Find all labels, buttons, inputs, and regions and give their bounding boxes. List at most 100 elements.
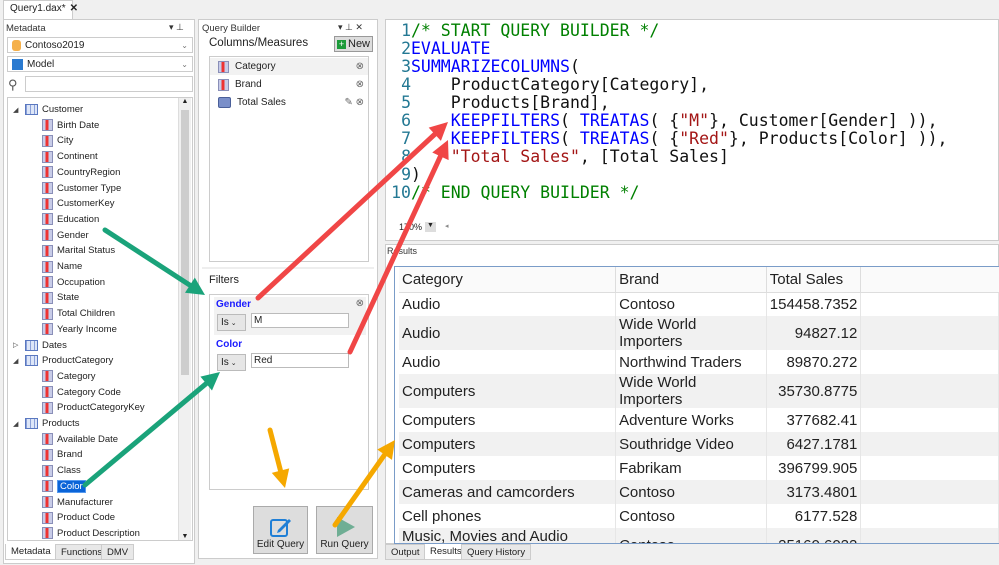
operator-value: Is (221, 317, 229, 328)
tree-item-productcategorykey[interactable]: ProductCategoryKey (42, 400, 145, 415)
run-query-button[interactable]: Run Query (316, 506, 373, 554)
header-row: Category Brand Total Sales (399, 267, 999, 293)
tree-item-marital-status[interactable]: Marital Status (42, 243, 115, 258)
metadata-search-input[interactable] (25, 76, 193, 92)
tree-item-total-children[interactable]: Total Children (42, 306, 115, 321)
tree-item-countryregion[interactable]: CountryRegion (42, 165, 120, 180)
table-cell: 35730.8775 (766, 374, 862, 408)
model-select[interactable]: Model ⌄ (7, 56, 193, 72)
tree-item-label: Category Code (57, 386, 121, 398)
remove-filter-icon[interactable]: ⊗ (356, 298, 364, 309)
close-icon[interactable]: ✕ (70, 3, 78, 14)
expanded-icon[interactable]: ◢ (13, 357, 21, 365)
table-row: Audio Contoso 154458.7352 (399, 292, 999, 316)
column-item-total-sales[interactable]: Total Sales ✎ ⊗ (210, 94, 368, 111)
dax-editor[interactable]: 1/* START QUERY BUILDER */2EVALUATE 3SUMM… (385, 19, 999, 241)
tree-item-dates[interactable]: ▷ Dates (13, 338, 67, 353)
tree-item-product-code[interactable]: Product Code (42, 510, 115, 525)
scroll-up-icon[interactable]: ▲ (179, 98, 191, 110)
tree-item-available-date[interactable]: Available Date (42, 432, 118, 447)
code-token: ( (560, 111, 580, 130)
column-icon (42, 496, 53, 508)
remove-icon[interactable]: ⊗ (356, 79, 364, 90)
pin-icon[interactable]: ▾ ⊥ ✕ (338, 22, 363, 33)
tree-item-category-code[interactable]: Category Code (42, 385, 121, 400)
table-cell: 154458.7352 (766, 292, 862, 316)
filter-value-input[interactable]: Red (251, 353, 349, 368)
tree-item-product-description[interactable]: Product Description (42, 526, 140, 540)
filter-value-input[interactable]: M (251, 313, 349, 328)
tree-item-color[interactable]: Color (42, 479, 86, 494)
filter-operator-select[interactable]: Is ⌄ (217, 314, 246, 331)
table-row: Audio Northwind Traders 89870.272 (399, 350, 999, 374)
new-button[interactable]: + New (334, 36, 374, 52)
tab-output[interactable]: Output (385, 544, 426, 560)
table-icon (25, 339, 38, 351)
expanded-icon[interactable]: ◢ (13, 420, 21, 428)
database-select[interactable]: Contoso2019 ⌄ (7, 37, 193, 53)
pin-icon[interactable]: ▾ ⊥ (169, 22, 184, 33)
tree-item-class[interactable]: Class (42, 463, 81, 478)
filler (860, 374, 999, 408)
tree-item-category[interactable]: Category (42, 369, 96, 384)
expanded-icon[interactable]: ◢ (13, 106, 21, 114)
tree-item-label: State (57, 292, 80, 304)
table-icon (25, 104, 38, 115)
tree-item-label: Gender (57, 229, 89, 241)
tree-item-continent[interactable]: Continent (42, 149, 98, 164)
line-number: 4 (401, 75, 411, 94)
table-cell: Contoso (615, 292, 767, 316)
scroll-down-icon[interactable]: ▼ (179, 533, 191, 540)
column-icon (42, 464, 53, 477)
tab-query-history[interactable]: Query History (461, 544, 532, 560)
tree-item-label: ProductCategoryKey (57, 402, 145, 414)
column-header[interactable]: Total Sales (766, 267, 862, 293)
column-header[interactable]: Category (399, 267, 617, 293)
tree-item-occupation[interactable]: Occupation (42, 275, 105, 290)
tree-item-productcategory[interactable]: ◢ ProductCategory (13, 353, 113, 368)
tab-dmv[interactable]: DMV (101, 544, 135, 560)
table-row: Computers Adventure Works 377682.41 (399, 408, 999, 432)
chevron-down-icon[interactable]: ▼ (425, 222, 436, 232)
tree-item-state[interactable]: State (42, 290, 79, 305)
tree-scrollbar[interactable]: ▲ ▼ (178, 98, 191, 540)
document-tab[interactable]: Query1.dax* ✕ (3, 0, 78, 19)
tree-item-manufacturer[interactable]: Manufacturer (42, 495, 113, 510)
edit-query-button[interactable]: Edit Query (253, 506, 308, 554)
filler (860, 316, 999, 350)
column-item-category[interactable]: Category ⊗ (210, 58, 368, 75)
tree-item-gender[interactable]: Gender (42, 228, 89, 243)
chevron-down-icon: ⌄ (228, 360, 237, 367)
run-query-label: Run Query (320, 539, 369, 550)
tree-item-customer-type[interactable]: Customer Type (42, 181, 121, 196)
tab-metadata[interactable]: Metadata (5, 544, 57, 560)
filter-operator-select[interactable]: Is ⌄ (217, 354, 246, 371)
remove-icon[interactable]: ✎ ⊗ (344, 97, 364, 108)
scroll-left-icon[interactable]: ◂ (445, 222, 449, 232)
column-header[interactable]: Brand (615, 267, 767, 293)
table-cell: Audio (399, 292, 617, 316)
collapsed-icon[interactable]: ▷ (13, 341, 21, 349)
remove-icon[interactable]: ⊗ (356, 61, 364, 72)
tree-item-education[interactable]: Education (42, 212, 99, 227)
column-item-brand[interactable]: Brand ⊗ (210, 76, 368, 93)
tree-item-yearly-income[interactable]: Yearly Income (42, 322, 117, 337)
tree-item-birth-date[interactable]: Birth Date (42, 118, 99, 133)
tree-item-customerkey[interactable]: CustomerKey (42, 196, 115, 211)
columns-list: Category ⊗ Brand ⊗ Total Sales ✎ ⊗ (209, 56, 369, 262)
tree-item-city[interactable]: City (42, 133, 73, 148)
tree-item-name[interactable]: Name (42, 259, 82, 274)
zoom-control[interactable]: 170% ▼ ◂ (399, 222, 448, 232)
tree-item-customer[interactable]: ◢ Customer (13, 102, 83, 117)
tree-item-label: Products (42, 418, 80, 429)
table-cell: 3173.4801 (766, 480, 862, 504)
code-line: 3SUMMARIZECOLUMNS( (391, 58, 947, 76)
filler (860, 528, 999, 543)
tree-item-products[interactable]: ◢ Products (13, 416, 80, 431)
filler (860, 456, 999, 480)
table-cell: Wide World Importers (615, 316, 767, 350)
tree-item-brand[interactable]: Brand (42, 447, 82, 462)
code-token: }, Products[Color] )), (728, 129, 948, 148)
scrollbar-thumb[interactable] (181, 110, 189, 375)
table-row: Computers Fabrikam 396799.905 (399, 456, 999, 480)
